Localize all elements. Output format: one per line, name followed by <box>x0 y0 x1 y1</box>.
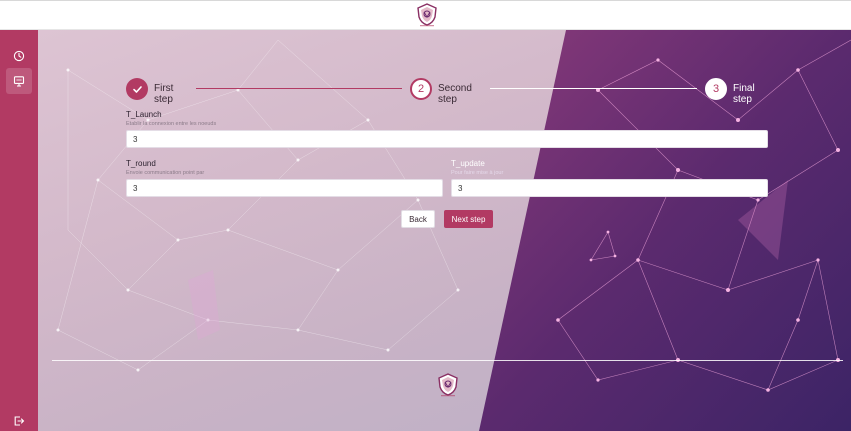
t-launch-title: T_Launch <box>126 110 162 119</box>
sidebar-item-history[interactable] <box>7 44 31 68</box>
step-1-label: First step <box>154 83 174 105</box>
top-bar <box>0 0 851 30</box>
step-connector-2 <box>490 88 697 89</box>
step-3-circle[interactable]: 3 <box>705 78 727 100</box>
shield-logo-icon <box>438 373 458 397</box>
t-update-help: Pour faire mise à jour <box>451 170 504 176</box>
footer-divider <box>52 360 843 361</box>
t-round-title: T_round <box>126 159 156 168</box>
monitor-icon <box>13 76 25 87</box>
shield-logo-icon[interactable] <box>416 3 438 27</box>
t-launch-help: Etablir la connexion entre les noeuds <box>126 121 217 127</box>
sidebar <box>0 30 38 431</box>
step-connector-1 <box>196 88 402 89</box>
step-2-circle[interactable]: 2 <box>410 78 432 100</box>
t-update-input[interactable] <box>451 179 768 197</box>
logout-button[interactable] <box>7 409 31 431</box>
checkmark-icon <box>132 85 142 93</box>
back-button[interactable]: Back <box>401 210 435 228</box>
sidebar-item-dashboard[interactable] <box>6 68 32 94</box>
step-2-label: Second step <box>438 83 472 105</box>
step-3-label: Final step <box>733 83 755 105</box>
next-step-button[interactable]: Next step <box>444 210 493 228</box>
step-1-circle[interactable] <box>126 78 148 100</box>
main-content: First step 2 Second step 3 Final step T_… <box>38 30 851 431</box>
t-launch-input[interactable] <box>126 130 768 148</box>
clock-icon <box>13 50 25 62</box>
t-update-title: T_update <box>451 159 485 168</box>
t-round-input[interactable] <box>126 179 443 197</box>
t-round-help: Envoie communication point par <box>126 170 205 176</box>
logout-icon <box>14 416 25 426</box>
